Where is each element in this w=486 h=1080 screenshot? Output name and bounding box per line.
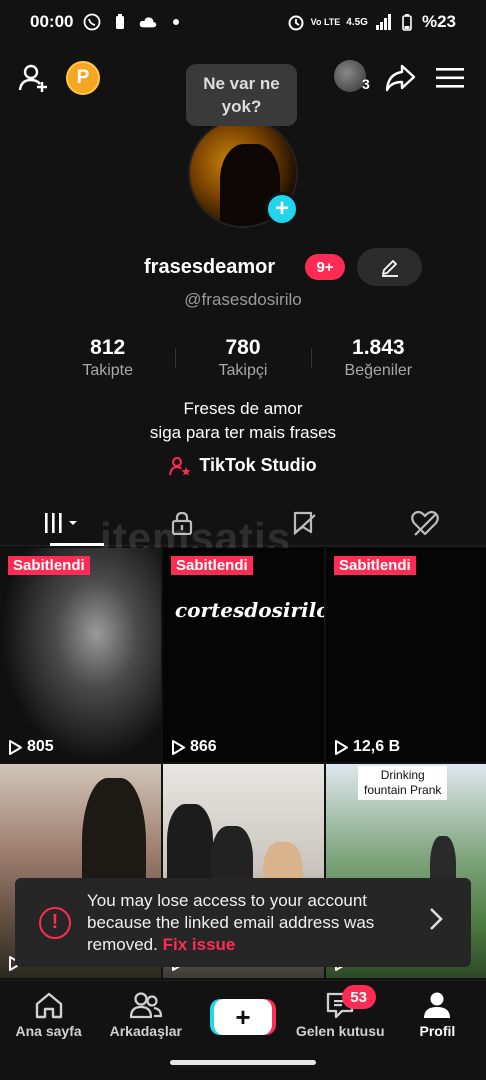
liked-hidden-heart-icon bbox=[411, 510, 440, 536]
tab-liked[interactable] bbox=[365, 500, 486, 545]
likes-label: Beğeniler bbox=[344, 362, 413, 379]
volte-label: Vo LTE bbox=[310, 16, 341, 27]
username: frasesdeamor bbox=[144, 256, 276, 278]
studio-label: TikTok Studio bbox=[199, 455, 317, 475]
pencil-icon bbox=[381, 260, 398, 277]
battery-saver-icon bbox=[111, 13, 129, 31]
tab-videos[interactable] bbox=[0, 500, 122, 546]
likes-stat[interactable]: 1.843 Beğeniler bbox=[310, 336, 446, 386]
nav-home-label: Ana sayfa bbox=[15, 1023, 82, 1039]
pinned-badge: Sabitlendi bbox=[334, 556, 416, 575]
following-stat[interactable]: 812 Takipte bbox=[40, 336, 175, 386]
menu-button[interactable] bbox=[430, 58, 470, 98]
followers-label: Takipçi bbox=[218, 362, 268, 379]
create-button[interactable]: + bbox=[214, 999, 272, 1035]
saved-hidden-icon bbox=[293, 511, 316, 535]
inbox-count-badge: 53 bbox=[341, 985, 376, 1009]
bio-line-1: Freses de amor bbox=[183, 399, 303, 418]
warning-icon: ! bbox=[39, 906, 71, 939]
nav-friends-label: Arkadaşlar bbox=[109, 1023, 182, 1039]
nav-profile[interactable]: Profil bbox=[389, 981, 486, 1048]
points-badge[interactable]: P bbox=[66, 61, 100, 95]
nav-home[interactable]: Ana sayfa bbox=[0, 981, 97, 1048]
battery-icon bbox=[398, 13, 416, 31]
following-count: 812 bbox=[90, 336, 126, 359]
nav-inbox[interactable]: Gelen kutusu 53 bbox=[292, 981, 389, 1048]
lock-icon bbox=[172, 511, 193, 535]
share-profile-button[interactable] bbox=[380, 58, 420, 98]
video-caption: Drinking fountain Prank bbox=[358, 766, 448, 800]
play-icon bbox=[9, 739, 22, 755]
profile-bio: Freses de amor siga para ter mais frases bbox=[0, 397, 486, 445]
cloud-icon bbox=[139, 13, 157, 31]
profile-stats: 812 Takipte 780 Takipçi 1.843 Beğeniler bbox=[40, 336, 446, 386]
following-label: Takipte bbox=[82, 362, 134, 379]
view-count-value: 12,6 B bbox=[353, 738, 401, 755]
alarm-icon bbox=[287, 13, 305, 31]
video-thumbnail[interactable]: Sabitlendi 12,6 B bbox=[326, 548, 486, 762]
tab-reposts[interactable] bbox=[243, 500, 365, 545]
tab-private[interactable] bbox=[122, 500, 244, 545]
view-count: 805 bbox=[8, 738, 54, 756]
account-count: 3 bbox=[362, 76, 370, 92]
profile-person-icon bbox=[424, 992, 451, 1018]
signal-icon bbox=[374, 13, 392, 31]
videos-grid-icon bbox=[44, 512, 77, 533]
network-type: 4.5G bbox=[346, 16, 368, 28]
nav-profile-label: Profil bbox=[419, 1023, 456, 1039]
play-icon bbox=[172, 739, 185, 755]
friends-icon bbox=[129, 992, 162, 1019]
pinned-badge: Sabitlendi bbox=[171, 556, 253, 575]
clock: 00:00 bbox=[30, 12, 74, 31]
likes-count: 1.843 bbox=[352, 336, 405, 359]
view-count-value: 805 bbox=[27, 738, 54, 755]
fix-issue-link[interactable]: Fix issue bbox=[163, 935, 236, 954]
view-count: 12,6 B bbox=[334, 738, 400, 756]
caption-line-1: Drinking bbox=[380, 768, 425, 782]
name-row: frasesdeamor 9+ bbox=[0, 248, 486, 288]
video-overlay-text: cortesdosirilo bbox=[175, 598, 324, 622]
chevron-right-icon[interactable] bbox=[429, 907, 443, 938]
status-tooltip[interactable]: Ne var ne yok? bbox=[186, 64, 297, 126]
add-user-icon bbox=[18, 64, 47, 92]
view-count: 866 bbox=[171, 738, 217, 756]
whatsapp-icon bbox=[83, 13, 101, 31]
home-indicator[interactable] bbox=[170, 1060, 316, 1065]
pinned-badge: Sabitlendi bbox=[8, 556, 90, 575]
play-icon bbox=[335, 739, 348, 755]
followers-stat[interactable]: 780 Takipçi bbox=[175, 336, 310, 386]
content-tabs bbox=[0, 500, 486, 546]
notification-dot-icon bbox=[167, 13, 185, 31]
view-count-value: 866 bbox=[190, 738, 217, 755]
nav-inbox-label: Gelen kutusu bbox=[295, 1023, 385, 1039]
caption-line-2: fountain Prank bbox=[364, 783, 442, 797]
edit-profile-button[interactable] bbox=[357, 248, 422, 286]
profile-handle: @frasesdosirilo bbox=[184, 290, 302, 309]
hamburger-menu-icon bbox=[436, 68, 464, 88]
share-arrow-icon bbox=[385, 64, 416, 92]
status-bar: 00:00 Vo LTE 4.5G %23 bbox=[0, 0, 486, 44]
create-plus-icon: + bbox=[235, 1002, 251, 1032]
nav-create[interactable]: + bbox=[194, 981, 291, 1048]
followers-count: 780 bbox=[225, 336, 261, 359]
bottom-navigation: Ana sayfa Arkadaşlar + Gelen kutusu 53 P… bbox=[0, 980, 486, 1048]
studio-user-star-icon bbox=[169, 456, 191, 475]
notification-badge[interactable]: 9+ bbox=[305, 254, 345, 280]
nav-friends[interactable]: Arkadaşlar bbox=[97, 981, 194, 1048]
warning-message: You may lose access to your account beca… bbox=[87, 890, 407, 956]
video-thumbnail[interactable]: Sabitlendi 805 bbox=[0, 548, 161, 762]
account-warning-toast[interactable]: ! You may lose access to your account be… bbox=[15, 878, 471, 967]
tiktok-studio-link[interactable]: TikTok Studio bbox=[0, 455, 486, 476]
add-story-button[interactable]: + bbox=[265, 192, 299, 226]
bio-line-2: siga para ter mais frases bbox=[149, 423, 337, 442]
battery-percent: %23 bbox=[421, 12, 456, 31]
home-icon bbox=[35, 992, 62, 1019]
plus-icon: + bbox=[274, 195, 289, 222]
add-friend-button[interactable] bbox=[14, 58, 54, 98]
video-thumbnail[interactable]: Sabitlendi cortesdosirilo 866 bbox=[163, 548, 324, 762]
